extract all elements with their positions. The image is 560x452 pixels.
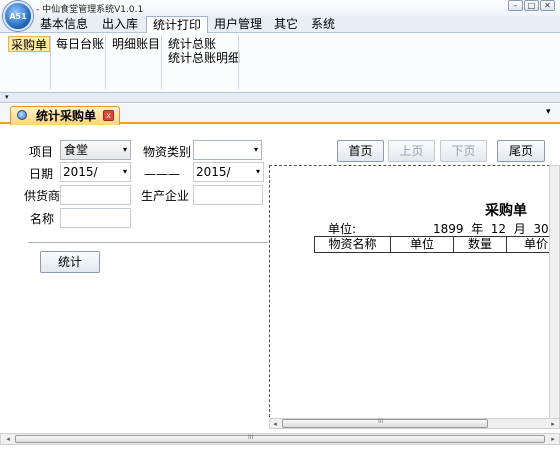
menu-system[interactable]: 系统	[305, 16, 341, 33]
window-title: - 中仙食堂管理系统V1.0.1	[36, 5, 144, 15]
menu-basic-info[interactable]: 基本信息	[34, 16, 94, 33]
maximize-button[interactable]: □	[524, 0, 539, 11]
report-col-name: 物资名称	[314, 236, 391, 253]
name-input[interactable]	[60, 208, 131, 228]
ribbon-general-ledger-detail[interactable]: 统计总账明细	[166, 50, 242, 66]
first-page-button[interactable]: 首页	[337, 140, 384, 162]
last-page-button[interactable]: 尾页	[497, 140, 545, 162]
report-col-unit: 单位	[390, 236, 454, 253]
scroll-left-icon[interactable]: ◂	[270, 419, 280, 430]
prev-page-button[interactable]: 上页	[388, 140, 435, 162]
name-label: 名称	[30, 212, 55, 226]
report-preview[interactable]: 采购单 单位: 1899 年 12 月 30 日 物资名称 单位 数量 单价	[269, 165, 555, 427]
main-horizontal-scrollbar[interactable]: ◂ III ▸	[0, 433, 560, 445]
report-unit-label: 单位:	[328, 222, 357, 236]
supplier-label: 供货商	[24, 189, 61, 203]
ribbon-separator	[238, 35, 239, 89]
manufacturer-input[interactable]	[193, 185, 263, 205]
menu-bar: 基本信息 出入库 统计打印 用户管理 其它 系统	[0, 16, 560, 34]
stat-button[interactable]: 统计	[40, 251, 100, 273]
ribbon-separator	[50, 35, 51, 89]
menu-user-mgmt[interactable]: 用户管理	[208, 16, 268, 33]
scroll-right-icon[interactable]: ▸	[548, 419, 558, 430]
grip-icon: III	[248, 434, 254, 441]
scroll-left-icon[interactable]: ◂	[3, 434, 13, 445]
chevron-down-icon: ▾	[122, 167, 127, 176]
form-divider	[28, 242, 268, 243]
tab-list-dropdown-icon[interactable]: ▾	[546, 107, 551, 117]
ribbon-collapse-strip[interactable]: ▾	[0, 93, 560, 103]
ribbon-separator	[161, 35, 162, 89]
menu-stats-print[interactable]: 统计打印	[146, 16, 209, 34]
report-vertical-scrollbar[interactable]	[549, 165, 560, 419]
tab-label: 统计采购单	[36, 109, 97, 123]
report-horizontal-scrollbar[interactable]: ◂ III ▸	[269, 418, 560, 429]
ribbon-daily-ledger[interactable]: 每日台账	[54, 36, 106, 52]
ribbon-purchase-order[interactable]: 采购单	[8, 36, 51, 52]
report-date: 1899 年 12 月 30 日	[433, 222, 555, 236]
item-select-value: 食堂	[64, 143, 89, 157]
chevron-down-icon: ▾	[122, 145, 127, 154]
manufacturer-label: 生产企业	[141, 189, 190, 203]
grip-icon: III	[378, 418, 384, 425]
item-select[interactable]: 食堂 ▾	[60, 140, 131, 160]
report-col-price: 单价	[506, 236, 555, 253]
report-scroll-thumb[interactable]: III	[282, 418, 488, 428]
report-title: 采购单	[485, 203, 527, 219]
chevron-down-icon: ▾	[253, 145, 258, 154]
item-label: 项目	[29, 145, 54, 159]
date-label: 日期	[29, 167, 54, 181]
chevron-down-icon: ▾	[255, 167, 260, 176]
collapse-icon[interactable]: ▾	[5, 93, 9, 101]
report-col-qty: 数量	[453, 236, 507, 253]
close-window-button[interactable]: ✕	[540, 0, 555, 11]
document-tab-bar: 统计采购单 x ▾	[0, 104, 560, 125]
supplier-input[interactable]	[60, 185, 131, 205]
menu-stock-in-out[interactable]: 出入库	[96, 16, 144, 33]
next-page-button[interactable]: 下页	[440, 140, 487, 162]
tab-close-icon[interactable]: x	[103, 110, 114, 121]
ribbon-separator	[105, 35, 106, 89]
main-scroll-thumb[interactable]: III	[15, 434, 545, 443]
scroll-right-icon[interactable]: ▸	[548, 434, 558, 445]
tab-purchase-stats[interactable]: 统计采购单 x	[10, 106, 120, 125]
date-from-picker[interactable]: 2015/ 6/17 ▾	[60, 162, 131, 197]
tab-document-icon	[17, 110, 27, 120]
date-to-picker[interactable]: 2015/ 6/17 ▾	[193, 162, 264, 197]
minimize-button[interactable]: –	[508, 0, 523, 11]
date-range-dash: ———	[144, 167, 180, 181]
menu-other[interactable]: 其它	[268, 16, 304, 33]
ribbon-detail-accounts[interactable]: 明细账目	[110, 36, 162, 52]
ribbon: 采购单 每日台账 明细账目 统计总账 统计总账明细	[0, 33, 560, 93]
app-logo[interactable]: A51	[3, 1, 33, 31]
category-label: 物资类别	[143, 145, 192, 159]
category-select[interactable]: ▾	[193, 140, 262, 160]
